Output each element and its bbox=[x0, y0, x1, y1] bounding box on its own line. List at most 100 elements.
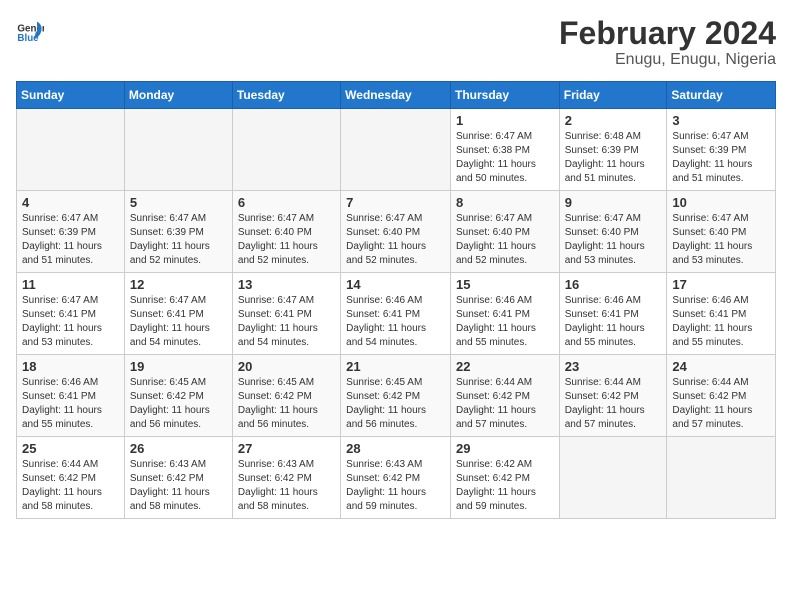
day-number: 29 bbox=[456, 441, 554, 456]
title-block: February 2024 Enugu, Enugu, Nigeria bbox=[559, 16, 776, 69]
day-cell: 10Sunrise: 6:47 AMSunset: 6:40 PMDayligh… bbox=[667, 191, 776, 273]
day-info: Sunrise: 6:47 AMSunset: 6:40 PMDaylight:… bbox=[565, 212, 662, 268]
week-row-2: 4 Sunrise: 6:47 AMSunset: 6:39 PMDaylight… bbox=[17, 191, 776, 273]
logo: General Blue bbox=[16, 16, 44, 44]
day-cell: 6 Sunrise: 6:47 AMSunset: 6:40 PMDaylight… bbox=[232, 191, 340, 273]
day-number: 27 bbox=[238, 441, 335, 456]
day-number: 14 bbox=[346, 277, 445, 292]
svg-text:Blue: Blue bbox=[17, 33, 39, 44]
day-number: 10 bbox=[672, 195, 770, 210]
day-info: Sunrise: 6:47 AMSunset: 6:41 PMDaylight:… bbox=[130, 294, 227, 350]
week-row-1: 1Sunrise: 6:47 AMSunset: 6:38 PMDaylight… bbox=[17, 109, 776, 191]
day-cell bbox=[667, 437, 776, 519]
day-cell: 27 Sunrise: 6:43 AMSunset: 6:42 PMDayligh… bbox=[232, 437, 340, 519]
day-cell: 2 Sunrise: 6:48 AMSunset: 6:39 PMDaylight… bbox=[559, 109, 667, 191]
day-cell bbox=[559, 437, 667, 519]
day-cell: 12Sunrise: 6:47 AMSunset: 6:41 PMDayligh… bbox=[124, 273, 232, 355]
day-cell: 5 Sunrise: 6:47 AMSunset: 6:39 PMDaylight… bbox=[124, 191, 232, 273]
day-info: Sunrise: 6:45 AMSunset: 6:42 PMDaylight:… bbox=[130, 376, 227, 432]
day-info: Sunrise: 6:47 AMSunset: 6:39 PMDaylight:… bbox=[130, 212, 227, 268]
calendar-subtitle: Enugu, Enugu, Nigeria bbox=[559, 51, 776, 69]
day-number: 20 bbox=[238, 359, 335, 374]
day-info: Sunrise: 6:43 AMSunset: 6:42 PMDaylight:… bbox=[130, 458, 227, 514]
day-cell: 19 Sunrise: 6:45 AMSunset: 6:42 PMDayligh… bbox=[124, 355, 232, 437]
day-cell: 23 Sunrise: 6:44 AMSunset: 6:42 PMDayligh… bbox=[559, 355, 667, 437]
day-info: Sunrise: 6:48 AMSunset: 6:39 PMDaylight:… bbox=[565, 130, 662, 186]
weekday-header-thursday: Thursday bbox=[450, 82, 559, 109]
weekday-header-saturday: Saturday bbox=[667, 82, 776, 109]
day-info: Sunrise: 6:47 AMSunset: 6:41 PMDaylight:… bbox=[238, 294, 335, 350]
day-cell: 29 Sunrise: 6:42 AMSunset: 6:42 PMDayligh… bbox=[450, 437, 559, 519]
day-info: Sunrise: 6:47 AMSunset: 6:41 PMDaylight:… bbox=[22, 294, 119, 350]
day-number: 1 bbox=[456, 113, 554, 128]
day-cell: 3 Sunrise: 6:47 AMSunset: 6:39 PMDaylight… bbox=[667, 109, 776, 191]
day-info: Sunrise: 6:44 AMSunset: 6:42 PMDaylight:… bbox=[565, 376, 662, 432]
day-number: 6 bbox=[238, 195, 335, 210]
day-cell: 17 Sunrise: 6:46 AMSunset: 6:41 PMDayligh… bbox=[667, 273, 776, 355]
page-header: General Blue February 2024 Enugu, Enugu,… bbox=[16, 16, 776, 69]
day-cell: 16 Sunrise: 6:46 AMSunset: 6:41 PMDayligh… bbox=[559, 273, 667, 355]
day-number: 28 bbox=[346, 441, 445, 456]
day-info: Sunrise: 6:44 AMSunset: 6:42 PMDaylight:… bbox=[22, 458, 119, 514]
day-cell: 13 Sunrise: 6:47 AMSunset: 6:41 PMDayligh… bbox=[232, 273, 340, 355]
day-cell: 20 Sunrise: 6:45 AMSunset: 6:42 PMDayligh… bbox=[232, 355, 340, 437]
day-info: Sunrise: 6:46 AMSunset: 6:41 PMDaylight:… bbox=[456, 294, 554, 350]
day-number: 13 bbox=[238, 277, 335, 292]
day-info: Sunrise: 6:46 AMSunset: 6:41 PMDaylight:… bbox=[672, 294, 770, 350]
day-number: 17 bbox=[672, 277, 770, 292]
day-number: 25 bbox=[22, 441, 119, 456]
day-cell bbox=[341, 109, 451, 191]
day-cell: 4 Sunrise: 6:47 AMSunset: 6:39 PMDaylight… bbox=[17, 191, 125, 273]
weekday-header-sunday: Sunday bbox=[17, 82, 125, 109]
day-info: Sunrise: 6:45 AMSunset: 6:42 PMDaylight:… bbox=[346, 376, 445, 432]
day-info: Sunrise: 6:47 AMSunset: 6:39 PMDaylight:… bbox=[22, 212, 119, 268]
day-info: Sunrise: 6:47 AMSunset: 6:40 PMDaylight:… bbox=[456, 212, 554, 268]
weekday-header-monday: Monday bbox=[124, 82, 232, 109]
day-number: 16 bbox=[565, 277, 662, 292]
day-cell: 21 Sunrise: 6:45 AMSunset: 6:42 PMDayligh… bbox=[341, 355, 451, 437]
day-cell: 25 Sunrise: 6:44 AMSunset: 6:42 PMDayligh… bbox=[17, 437, 125, 519]
day-cell bbox=[17, 109, 125, 191]
day-info: Sunrise: 6:44 AMSunset: 6:42 PMDaylight:… bbox=[672, 376, 770, 432]
day-number: 15 bbox=[456, 277, 554, 292]
day-number: 18 bbox=[22, 359, 119, 374]
day-cell: 7 Sunrise: 6:47 AMSunset: 6:40 PMDaylight… bbox=[341, 191, 451, 273]
day-info: Sunrise: 6:47 AMSunset: 6:39 PMDaylight:… bbox=[672, 130, 770, 186]
weekday-header-row: SundayMondayTuesdayWednesdayThursdayFrid… bbox=[17, 82, 776, 109]
day-info: Sunrise: 6:45 AMSunset: 6:42 PMDaylight:… bbox=[238, 376, 335, 432]
day-number: 4 bbox=[22, 195, 119, 210]
day-info: Sunrise: 6:44 AMSunset: 6:42 PMDaylight:… bbox=[456, 376, 554, 432]
day-info: Sunrise: 6:47 AMSunset: 6:40 PMDaylight:… bbox=[238, 212, 335, 268]
day-number: 7 bbox=[346, 195, 445, 210]
day-number: 21 bbox=[346, 359, 445, 374]
day-info: Sunrise: 6:46 AMSunset: 6:41 PMDaylight:… bbox=[565, 294, 662, 350]
weekday-header-wednesday: Wednesday bbox=[341, 82, 451, 109]
day-cell: 26Sunrise: 6:43 AMSunset: 6:42 PMDayligh… bbox=[124, 437, 232, 519]
day-cell: 28Sunrise: 6:43 AMSunset: 6:42 PMDayligh… bbox=[341, 437, 451, 519]
day-number: 5 bbox=[130, 195, 227, 210]
day-cell: 8 Sunrise: 6:47 AMSunset: 6:40 PMDaylight… bbox=[450, 191, 559, 273]
day-cell: 14 Sunrise: 6:46 AMSunset: 6:41 PMDayligh… bbox=[341, 273, 451, 355]
day-number: 3 bbox=[672, 113, 770, 128]
week-row-3: 11 Sunrise: 6:47 AMSunset: 6:41 PMDayligh… bbox=[17, 273, 776, 355]
day-cell: 1Sunrise: 6:47 AMSunset: 6:38 PMDaylight… bbox=[450, 109, 559, 191]
day-number: 24 bbox=[672, 359, 770, 374]
day-cell: 15 Sunrise: 6:46 AMSunset: 6:41 PMDayligh… bbox=[450, 273, 559, 355]
day-cell: 11 Sunrise: 6:47 AMSunset: 6:41 PMDayligh… bbox=[17, 273, 125, 355]
weekday-header-friday: Friday bbox=[559, 82, 667, 109]
day-number: 2 bbox=[565, 113, 662, 128]
day-cell bbox=[124, 109, 232, 191]
day-number: 23 bbox=[565, 359, 662, 374]
day-cell: 24 Sunrise: 6:44 AMSunset: 6:42 PMDayligh… bbox=[667, 355, 776, 437]
day-number: 22 bbox=[456, 359, 554, 374]
day-info: Sunrise: 6:43 AMSunset: 6:42 PMDaylight:… bbox=[238, 458, 335, 514]
day-number: 19 bbox=[130, 359, 227, 374]
day-info: Sunrise: 6:42 AMSunset: 6:42 PMDaylight:… bbox=[456, 458, 554, 514]
week-row-5: 25 Sunrise: 6:44 AMSunset: 6:42 PMDayligh… bbox=[17, 437, 776, 519]
day-info: Sunrise: 6:46 AMSunset: 6:41 PMDaylight:… bbox=[346, 294, 445, 350]
day-cell bbox=[232, 109, 340, 191]
day-number: 11 bbox=[22, 277, 119, 292]
logo-icon: General Blue bbox=[16, 16, 44, 44]
day-number: 8 bbox=[456, 195, 554, 210]
day-info: Sunrise: 6:47 AMSunset: 6:40 PMDaylight:… bbox=[346, 212, 445, 268]
